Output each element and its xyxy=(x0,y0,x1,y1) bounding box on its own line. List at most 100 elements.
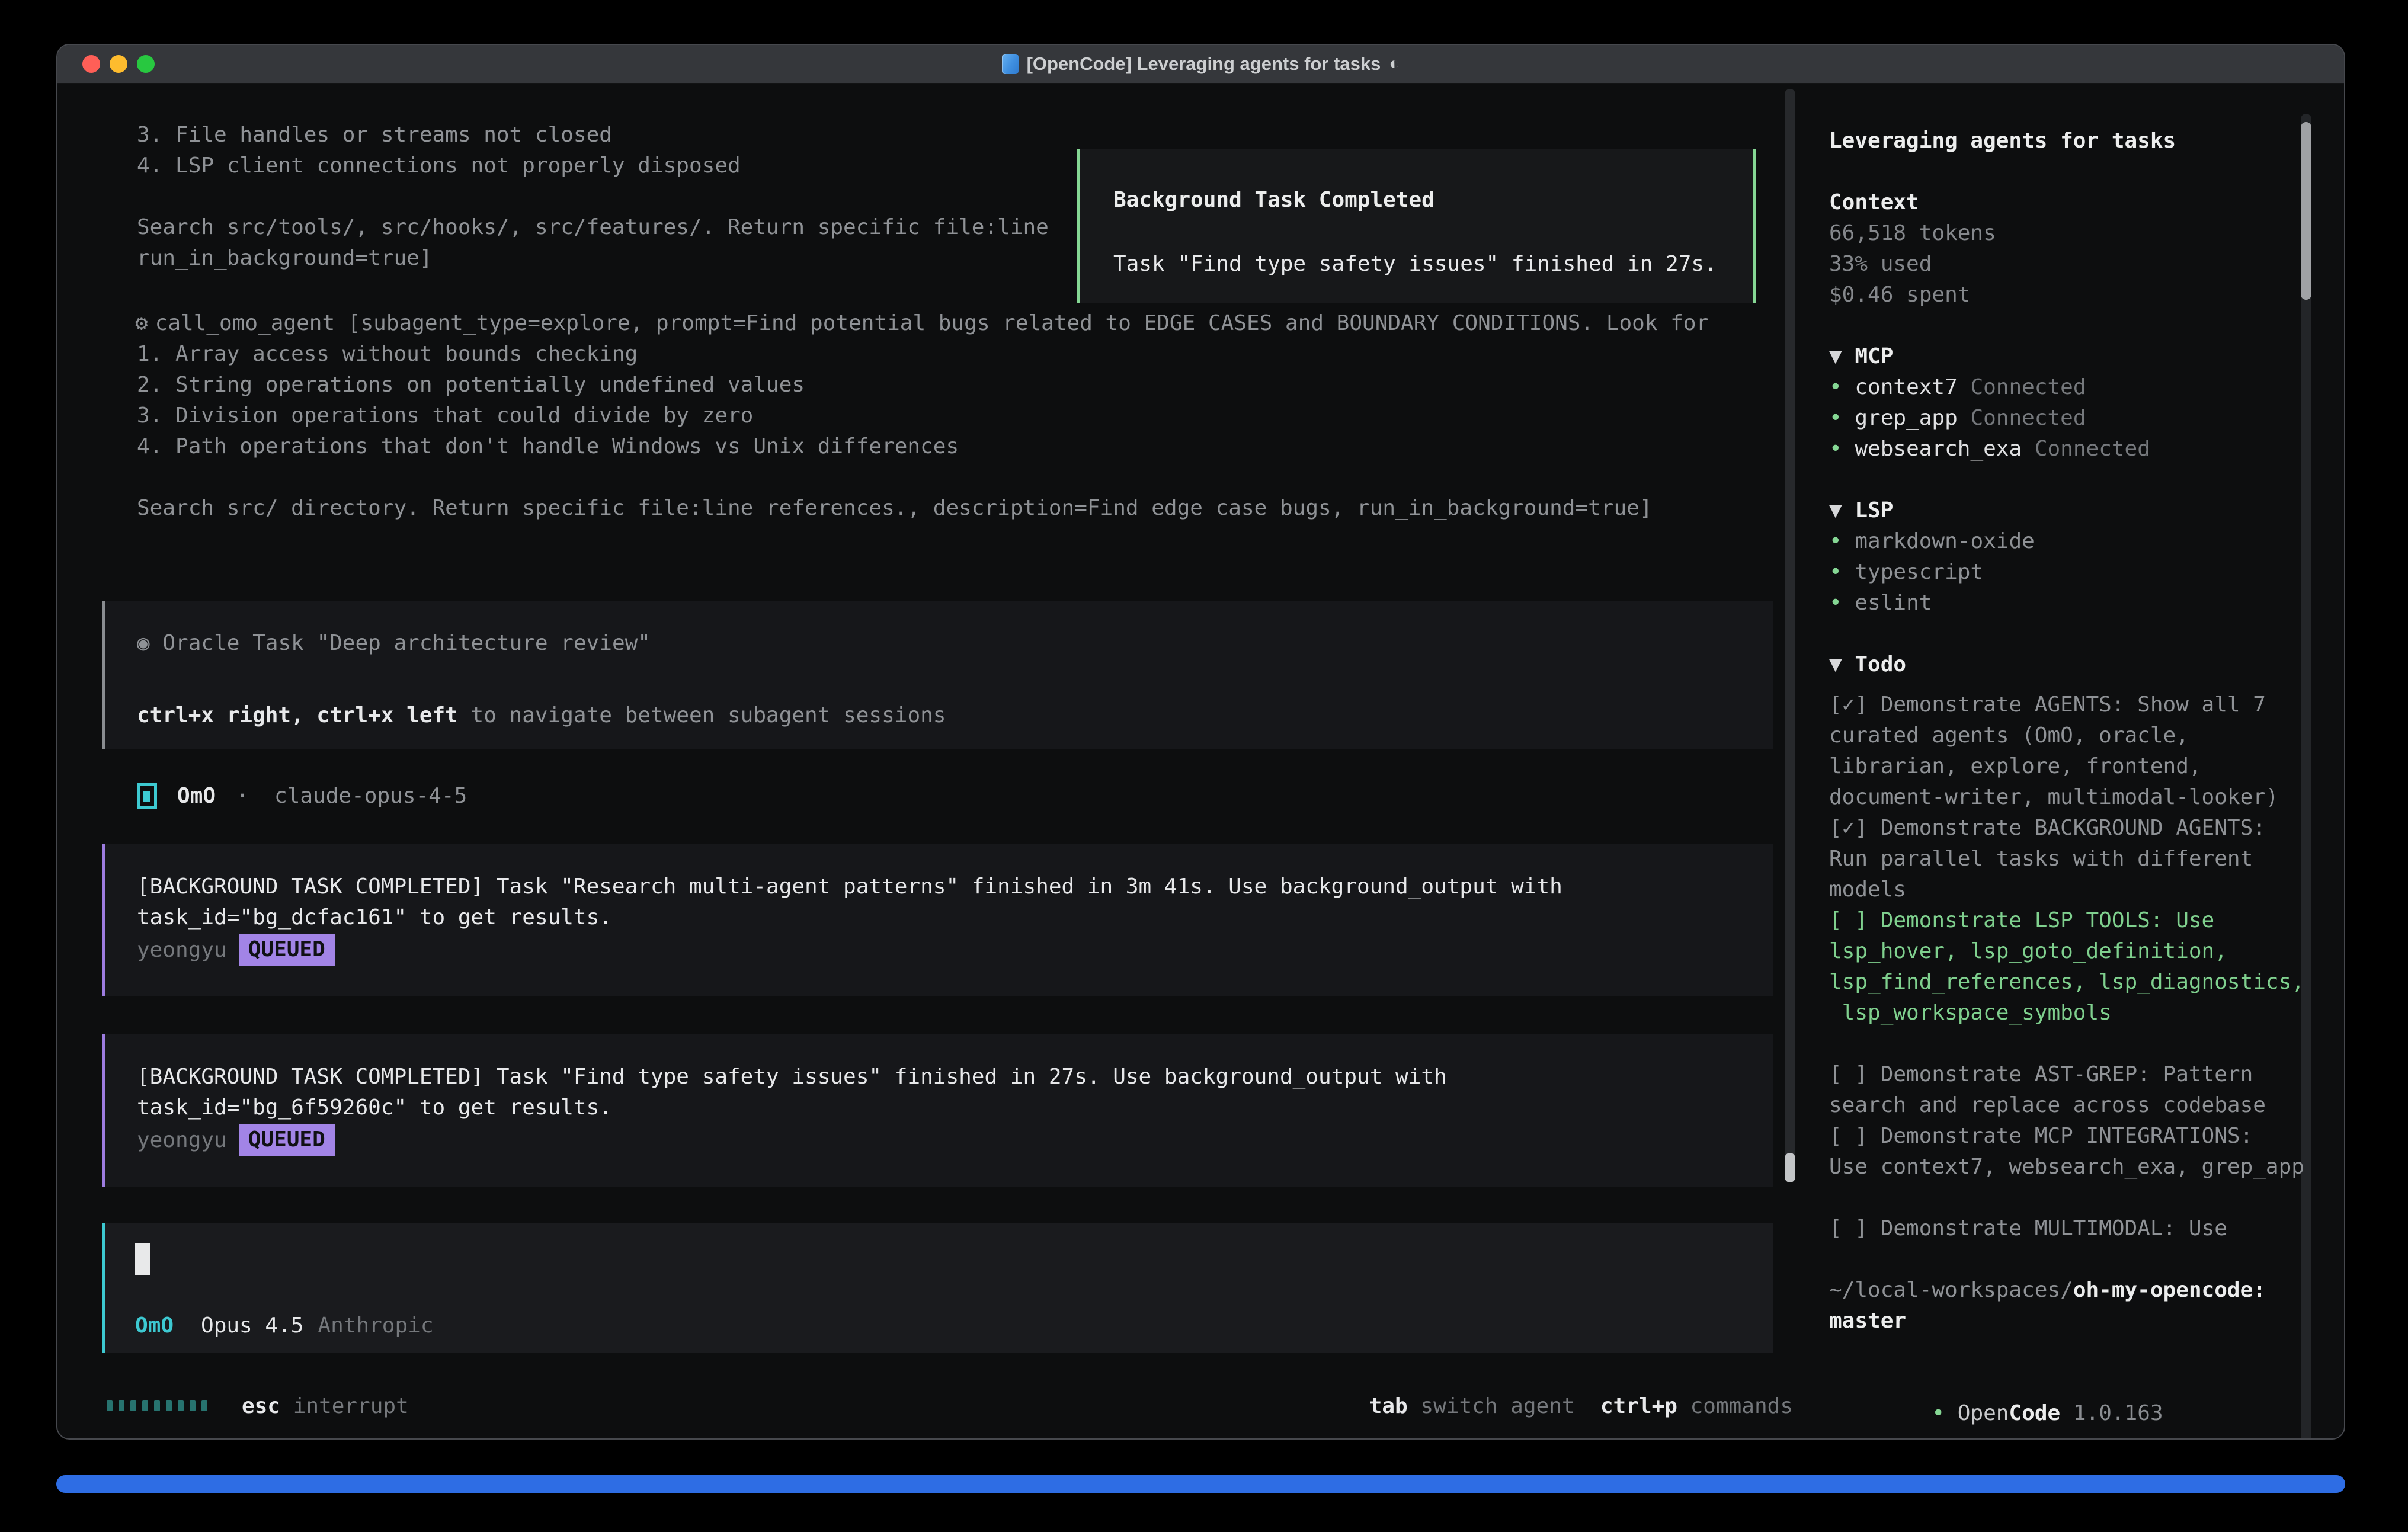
mcp-name: grep_app xyxy=(1855,406,1957,430)
ctrlp-key-hint: ctrl+p xyxy=(1600,1394,1677,1418)
mcp-name: context7 xyxy=(1855,375,1957,399)
notification-title: Background Task Completed xyxy=(1113,185,1753,216)
terminal-line: 4. Path operations that don't handle Win… xyxy=(137,431,959,462)
workspace-info: ~/local-workspaces/oh-my-opencode: maste… xyxy=(1829,1275,2310,1337)
agent-header: OmO · claude-opus-4-5 xyxy=(137,781,467,812)
task-line-2: task_id="bg_dcfac161" to get results. xyxy=(137,902,1773,933)
terminal-line: 3. Division operations that could divide… xyxy=(137,400,959,431)
todo-line: [✓] Demonstrate AGENTS: Show all 7 xyxy=(1829,690,2310,720)
spinner-dot xyxy=(130,1400,136,1411)
todo-line: [ ] Demonstrate AST-GREP: Pattern xyxy=(1829,1059,2310,1090)
omo-agent-icon xyxy=(137,783,157,809)
minimize-button[interactable] xyxy=(110,55,127,73)
todo-item-done: [✓] Demonstrate BACKGROUND AGENTS:Run pa… xyxy=(1829,813,2310,905)
model-info-row: OmO Opus 4.5 Anthropic xyxy=(135,1310,434,1341)
mcp-item: • context7 Connected xyxy=(1829,372,2310,403)
todo-heading-label: Todo xyxy=(1855,652,1906,677)
background-task-card[interactable]: [BACKGROUND TASK COMPLETED] Task "Find t… xyxy=(102,1034,1773,1187)
todo-item-pending: [ ] Demonstrate MULTIMODAL: Use xyxy=(1829,1213,2310,1244)
input-provider-label: Anthropic xyxy=(318,1310,433,1341)
todo-item-list: [✓] Demonstrate AGENTS: Show all 7curate… xyxy=(1829,690,2310,1244)
titlebar[interactable]: [OpenCode] Leveraging agents for tasks ◐ xyxy=(57,45,2344,84)
todo-item-pending: [ ] Demonstrate MCP INTEGRATIONS:Use con… xyxy=(1829,1121,2310,1182)
spinner-dot xyxy=(201,1400,207,1411)
context-used: 33% used xyxy=(1829,249,2310,280)
mcp-section: ▼ MCP • context7 Connected• grep_app Con… xyxy=(1829,341,2310,464)
terminal-line xyxy=(137,181,1049,212)
text-cursor xyxy=(135,1243,150,1275)
lsp-item-list: • markdown-oxide• typescript• eslint xyxy=(1829,526,2310,618)
spinner-dot xyxy=(119,1400,124,1411)
zoom-button[interactable] xyxy=(137,55,155,73)
main-scrollbar-thumb[interactable] xyxy=(1785,1153,1795,1182)
status-bar-left: esc interrupt xyxy=(107,1390,409,1421)
lsp-name: markdown-oxide xyxy=(1855,529,2034,553)
tool-call-search-line: Search src/ directory. Return specific f… xyxy=(137,493,1653,524)
bullet-icon: • xyxy=(1829,560,1842,584)
lsp-section: ▼ LSP • markdown-oxide• typescript• esli… xyxy=(1829,495,2310,618)
tab-key-hint: tab xyxy=(1369,1394,1408,1418)
todo-line: Use context7, websearch_exa, grep_app xyxy=(1829,1152,2310,1182)
bullet-icon: • xyxy=(1829,591,1842,615)
chevron-down-icon: ▼ xyxy=(1829,498,1842,523)
window-title-text: [OpenCode] Leveraging agents for tasks xyxy=(1027,53,1381,75)
task-meta-row: yeongyu QUEUED xyxy=(137,933,1773,966)
ctrlp-action-label: commands xyxy=(1690,1394,1793,1418)
oracle-hint-keys: ctrl+x right, ctrl+x left xyxy=(137,703,458,727)
status-bar-right: tab switch agent ctrl+p commands xyxy=(1369,1390,1793,1421)
notification-body: Task "Find type safety issues" finished … xyxy=(1113,249,1753,280)
lsp-heading[interactable]: ▼ LSP xyxy=(1829,495,2310,526)
todo-line: lsp_find_references, lsp_diagnostics, xyxy=(1829,967,2310,998)
todo-line: [✓] Demonstrate BACKGROUND AGENTS: xyxy=(1829,813,2310,844)
todo-line: models xyxy=(1829,874,2310,905)
mcp-status: Connected xyxy=(1970,375,2086,399)
window-title: [OpenCode] Leveraging agents for tasks ◐ xyxy=(1002,53,1400,75)
context-spent: $0.46 spent xyxy=(1829,280,2310,310)
terminal-line: 3. File handles or streams not closed xyxy=(137,120,1049,150)
terminal-line: 2. String operations on potentially unde… xyxy=(137,370,959,400)
lsp-item: • typescript xyxy=(1829,557,2310,588)
window-bottom-accent-bar xyxy=(56,1475,2345,1493)
todo-line: lsp_workspace_symbols xyxy=(1829,998,2310,1028)
todo-line: [ ] Demonstrate MULTIMODAL: Use xyxy=(1829,1213,2310,1244)
lsp-item: • markdown-oxide xyxy=(1829,526,2310,557)
window-controls xyxy=(82,45,155,83)
input-model-label: Opus 4.5 xyxy=(201,1310,303,1341)
oracle-hint: ctrl+x right, ctrl+x left to navigate be… xyxy=(137,700,1773,731)
todo-heading[interactable]: ▼ Todo xyxy=(1829,649,2310,680)
mcp-name: websearch_exa xyxy=(1855,437,2022,461)
opencode-window: [OpenCode] Leveraging agents for tasks ◐… xyxy=(56,44,2345,1440)
gear-icon: ⚙ xyxy=(135,311,148,335)
app-name-normal: Open xyxy=(1958,1401,2009,1425)
task-line-1: [BACKGROUND TASK COMPLETED] Task "Resear… xyxy=(137,871,1773,902)
workspace-path: ~/local-workspaces/oh-my-opencode: xyxy=(1829,1275,2310,1306)
bullet-icon: • xyxy=(1932,1401,1945,1425)
mcp-status: Connected xyxy=(2035,437,2150,461)
prompt-input[interactable]: OmO Opus 4.5 Anthropic xyxy=(102,1223,1773,1353)
lsp-heading-label: LSP xyxy=(1855,498,1893,523)
input-agent-label: OmO xyxy=(135,1310,174,1341)
esc-key-hint: esc xyxy=(242,1394,280,1418)
close-button[interactable] xyxy=(82,55,100,73)
spinner-icon xyxy=(107,1400,207,1411)
chevron-down-icon: ▼ xyxy=(1829,344,1842,368)
background-task-card[interactable]: [BACKGROUND TASK COMPLETED] Task "Resear… xyxy=(102,844,1773,996)
status-badge: QUEUED xyxy=(239,1124,335,1156)
session-busy-icon: ◐ xyxy=(1389,54,1400,74)
workspace-path-prefix: ~/local-workspaces/ xyxy=(1829,1278,2073,1302)
oracle-task-box[interactable]: ◉ Oracle Task "Deep architecture review"… xyxy=(102,601,1773,749)
todo-item-pending: [ ] Demonstrate AST-GREP: Patternsearch … xyxy=(1829,1059,2310,1121)
terminal-line: 4. LSP client connections not properly d… xyxy=(137,150,1049,181)
main-scrollbar[interactable] xyxy=(1785,89,1795,1182)
chevron-down-icon: ▼ xyxy=(1829,652,1842,677)
oracle-hint-rest: to navigate between subagent sessions xyxy=(458,703,946,727)
mcp-heading-label: MCP xyxy=(1855,344,1893,368)
status-badge: QUEUED xyxy=(239,934,335,966)
app-name-bold: Code xyxy=(2009,1401,2060,1425)
terminal-line: Search src/tools/, src/hooks/, src/featu… xyxy=(137,212,1049,243)
todo-line: Run parallel tasks with different xyxy=(1829,844,2310,874)
mcp-status: Connected xyxy=(1970,406,2086,430)
lsp-item: • eslint xyxy=(1829,588,2310,618)
mcp-heading[interactable]: ▼ MCP xyxy=(1829,341,2310,372)
lsp-name: eslint xyxy=(1855,591,1932,615)
